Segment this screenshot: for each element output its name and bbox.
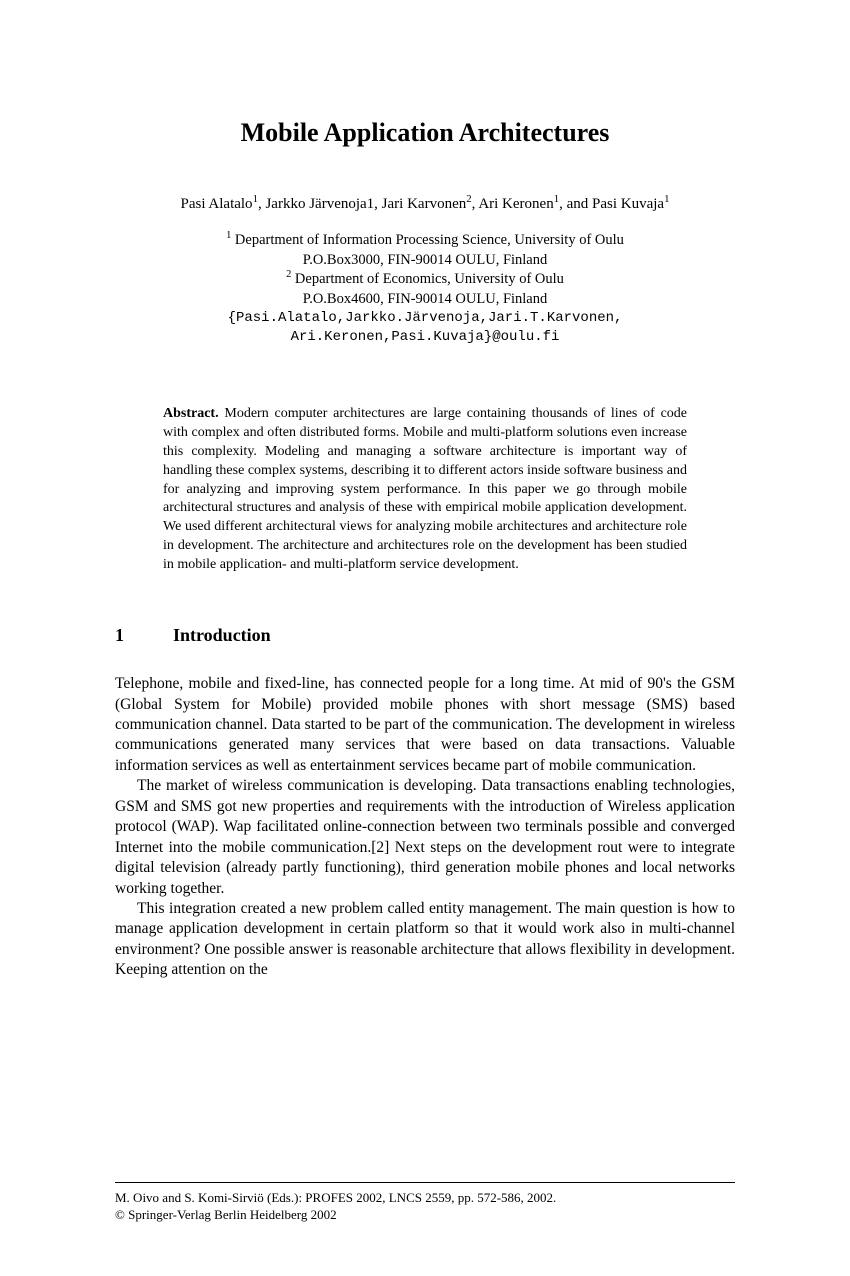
abstract: Abstract. Modern computer architectures … [163,405,687,575]
footer-copyright: © Springer-Verlag Berlin Heidelberg 2002 [115,1206,735,1224]
section-heading: 1 Introduction [115,625,735,646]
abstract-label: Abstract. [163,406,219,421]
affiliation-2-address: P.O.Box4600, FIN-90014 OULU, Finland [115,290,735,310]
affiliation-1: 1 Department of Information Processing S… [115,231,735,251]
author-emails-line1: {Pasi.Alatalo,Jarkko.Järvenoja,Jari.T.Ka… [115,309,735,328]
section-number: 1 [115,625,173,646]
section-title: Introduction [173,625,271,646]
footer-citation: M. Oivo and S. Komi-Sirviö (Eds.): PROFE… [115,1189,735,1207]
affiliation-1-address: P.O.Box3000, FIN-90014 OULU, Finland [115,251,735,271]
affiliation-2: 2 Department of Economics, University of… [115,270,735,290]
introduction-para-1: Telephone, mobile and fixed-line, has co… [115,674,735,776]
introduction-para-2: The market of wireless communication is … [115,776,735,899]
paper-page: Mobile Application Architectures Pasi Al… [0,0,850,1041]
author-emails-line2: Ari.Keronen,Pasi.Kuvaja}@oulu.fi [115,328,735,347]
abstract-text: Modern computer architectures are large … [163,406,687,572]
introduction-para-3: This integration created a new problem c… [115,899,735,981]
page-footer: M. Oivo and S. Komi-Sirviö (Eds.): PROFE… [115,1182,735,1224]
author-list: Pasi Alatalo1, Jarkko Järvenoja1, Jari K… [115,196,735,213]
paper-title: Mobile Application Architectures [115,118,735,148]
